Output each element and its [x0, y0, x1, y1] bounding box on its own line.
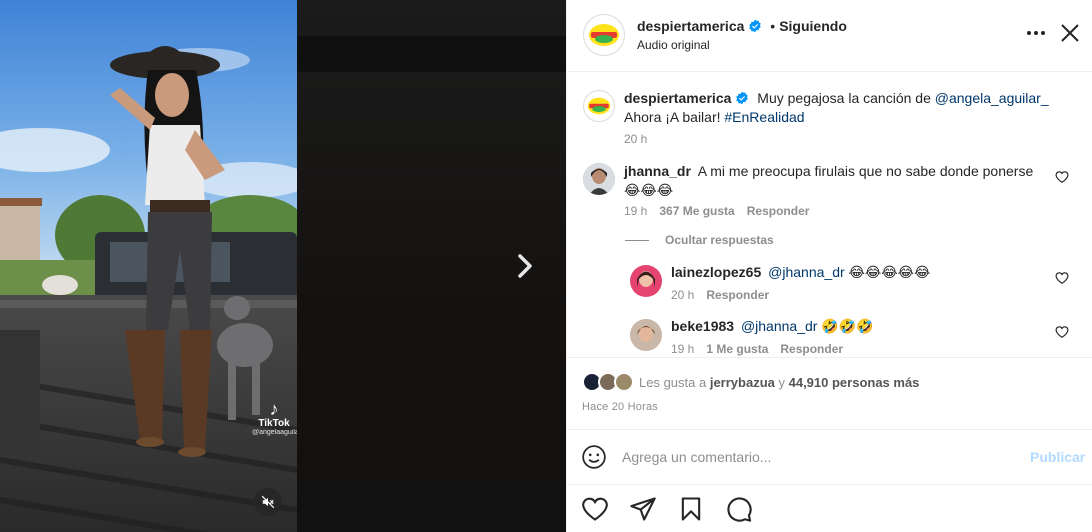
video-frame-illustration — [0, 0, 297, 532]
caption-hashtag-link[interactable]: #EnRealidad — [724, 109, 804, 125]
comment-text: jhanna_dr A mi me preocupa firulais que … — [624, 162, 1044, 200]
tiktok-label: TikTok — [258, 418, 290, 429]
reply-text: lainezlopez65 @jhanna_dr 😂😂😂😂😂 — [671, 263, 1051, 282]
reply-time[interactable]: 20 h — [671, 288, 694, 302]
post-actions — [567, 484, 1092, 532]
likes-connector: y — [774, 375, 789, 390]
reply-meta: 20 h Responder — [671, 288, 769, 302]
emoji-smile-icon[interactable] — [581, 444, 607, 470]
reply-username[interactable]: beke1983 — [671, 318, 734, 334]
hide-replies-button[interactable]: Ocultar respuestas — [625, 233, 774, 247]
caption-body-2: Ahora ¡A bailar! — [624, 109, 725, 125]
post-modal: ♪ TikTok @angelaaguilar_ — [0, 0, 1092, 532]
caption-text: despiertamerica Muy pegajosa la canción … — [624, 89, 1064, 127]
despierta-america-logo-icon — [589, 24, 619, 46]
reply-meta: 19 h 1 Me gusta Responder — [671, 342, 843, 356]
publish-button[interactable]: Publicar — [1030, 449, 1085, 465]
heart-icon[interactable] — [581, 495, 609, 523]
author-avatar[interactable] — [583, 14, 625, 56]
reply-username[interactable]: lainezlopez65 — [671, 264, 761, 280]
following-button[interactable]: Siguiendo — [779, 18, 847, 34]
hide-replies-label: Ocultar respuestas — [665, 233, 774, 247]
comment-icon[interactable] — [725, 495, 753, 523]
likes-others-link[interactable]: 44,910 personas más — [789, 375, 920, 390]
comment-meta: 19 h 367 Me gusta Responder — [624, 204, 809, 218]
comment-input[interactable] — [622, 445, 1012, 469]
reply-mention-link[interactable]: @jhanna_dr — [768, 264, 845, 280]
mute-button[interactable] — [254, 488, 282, 516]
reply-avatar[interactable] — [630, 265, 662, 297]
comment-form: Publicar — [567, 431, 1092, 484]
caption-username[interactable]: despiertamerica — [624, 90, 731, 106]
tiktok-watermark: ♪ TikTok @angelaaguilar_ — [252, 399, 297, 436]
video-player[interactable]: ♪ TikTok @angelaaguilar_ — [0, 0, 297, 532]
audio-label[interactable]: Audio original — [637, 38, 710, 52]
caption-body: Muy pegajosa la canción de — [757, 90, 935, 106]
like-reply-heart-icon[interactable] — [1055, 271, 1069, 285]
like-comment-heart-icon[interactable] — [1055, 170, 1069, 184]
caption-avatar[interactable] — [583, 90, 615, 122]
comment-username[interactable]: jhanna_dr — [624, 163, 691, 179]
caption-mention-link[interactable]: @angela_aguilar_ — [935, 90, 1049, 106]
reply-button[interactable]: Responder — [706, 288, 769, 302]
likes-section: Les gusta a jerrybazua y 44,910 personas… — [567, 358, 1092, 430]
comment-emojis: 😂😂😂 — [624, 182, 674, 198]
liker-avatar[interactable] — [614, 372, 634, 392]
comment-body: A mi me preocupa firulais que no sabe do… — [697, 163, 1034, 179]
like-reply-heart-icon[interactable] — [1055, 325, 1069, 339]
comment-likes[interactable]: 367 Me gusta — [659, 204, 734, 218]
reply-mention-link[interactable]: @jhanna_dr — [741, 318, 818, 334]
reply-emojis: 😂😂😂😂😂 — [848, 264, 931, 280]
close-icon — [1061, 24, 1079, 42]
close-button[interactable] — [1059, 22, 1081, 44]
more-options-button[interactable] — [1022, 22, 1050, 44]
comment-time[interactable]: 19 h — [624, 204, 647, 218]
post-header: despiertamerica • Siguiendo Audio origina… — [567, 0, 1092, 72]
user-photo-icon — [630, 319, 662, 351]
caption-time[interactable]: 20 h — [624, 132, 647, 146]
commenter-avatar[interactable] — [583, 163, 615, 195]
reply-button[interactable]: Responder — [780, 342, 843, 356]
verified-badge-icon — [736, 91, 749, 105]
reply-time[interactable]: 19 h — [671, 342, 694, 356]
user-photo-icon — [630, 265, 662, 297]
bookmark-icon[interactable] — [677, 495, 705, 523]
tiktok-handle: @angelaaguilar_ — [252, 429, 297, 436]
header-dot: • — [770, 18, 776, 34]
user-photo-icon — [583, 163, 615, 195]
media-area: ♪ TikTok @angelaaguilar_ — [0, 0, 566, 532]
verified-badge-icon — [749, 19, 762, 33]
reply-avatar[interactable] — [630, 319, 662, 351]
likes-prefix: Les gusta a — [639, 375, 710, 390]
comments-list[interactable]: despiertamerica Muy pegajosa la canción … — [567, 73, 1092, 358]
post-timestamp[interactable]: Hace 20 Horas — [582, 401, 658, 413]
header-user: despiertamerica • Siguiendo — [637, 18, 847, 34]
chevron-right-icon — [518, 254, 532, 278]
speaker-muted-icon — [261, 495, 275, 509]
author-username[interactable]: despiertamerica — [637, 18, 744, 34]
share-icon[interactable] — [629, 495, 657, 523]
despierta-america-logo-icon — [587, 97, 611, 115]
more-horizontal-icon — [1027, 31, 1045, 35]
reply-text: beke1983 @jhanna_dr 🤣🤣🤣 — [671, 317, 1051, 336]
reply-emojis: 🤣🤣🤣 — [821, 318, 874, 334]
post-details-panel: despiertamerica • Siguiendo Audio origina… — [566, 0, 1092, 532]
reply-button[interactable]: Responder — [747, 204, 810, 218]
likes-summary: Les gusta a jerrybazua y 44,910 personas… — [639, 375, 919, 390]
reply-likes[interactable]: 1 Me gusta — [706, 342, 768, 356]
liker-username[interactable]: jerrybazua — [710, 375, 775, 390]
next-media-button[interactable] — [505, 246, 545, 286]
tiktok-logo-icon: ♪ — [269, 399, 279, 419]
